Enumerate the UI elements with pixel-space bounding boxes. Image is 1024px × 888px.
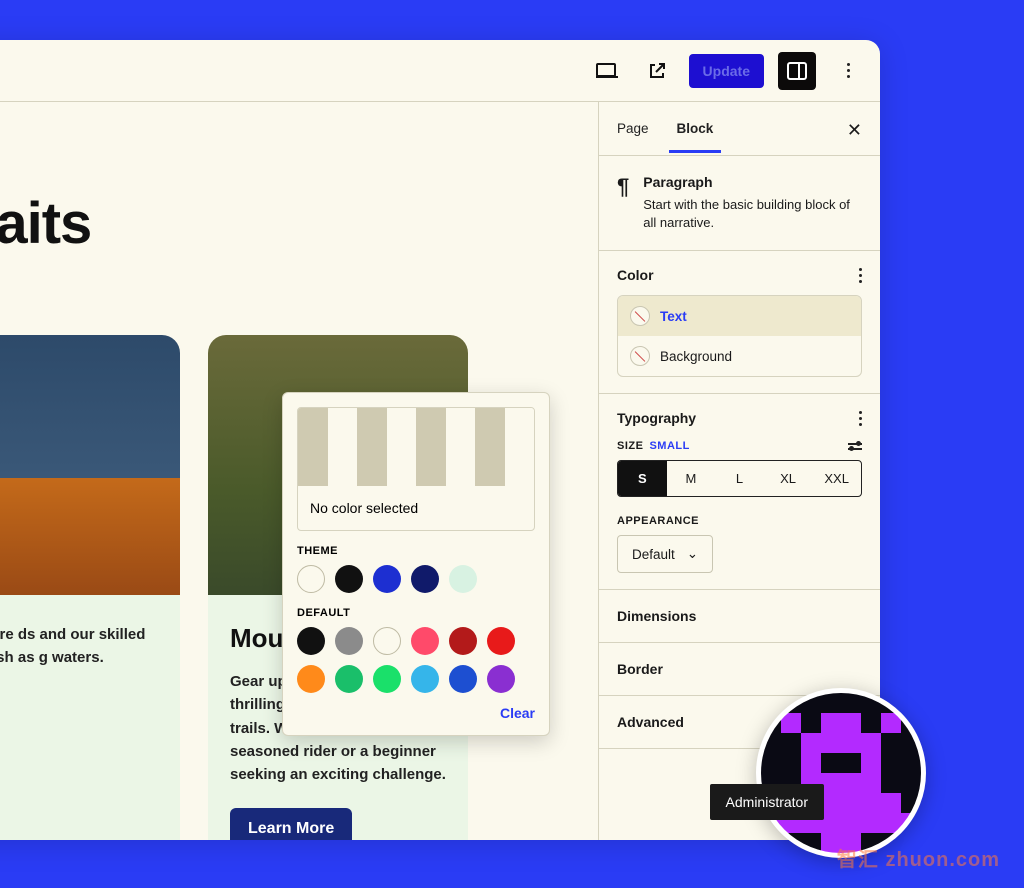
block-type-name: Paragraph: [643, 174, 862, 190]
size-current: SMALL: [649, 440, 689, 452]
card-body: adventure ds and our skilled mate rush a…: [0, 595, 180, 840]
no-color-label: No color selected: [298, 486, 534, 530]
color-swatch[interactable]: [487, 627, 515, 655]
background-color-row[interactable]: Background: [618, 336, 861, 376]
size-option-s[interactable]: S: [618, 461, 667, 496]
size-option-xxl[interactable]: XXL: [812, 461, 861, 496]
sliders-icon[interactable]: [848, 443, 862, 450]
swatch-icon: [630, 306, 650, 326]
appearance-select[interactable]: Default ⌄: [617, 535, 713, 573]
external-link-icon[interactable]: [639, 53, 675, 89]
page-headline[interactable]: awaits: [0, 190, 578, 257]
appearance-value: Default: [632, 547, 675, 562]
color-swatch[interactable]: [449, 627, 477, 655]
appearance-label: APPEARANCE: [617, 515, 862, 527]
text-color-row[interactable]: Text: [618, 296, 861, 336]
card-description[interactable]: adventure ds and our skilled mate rush a…: [0, 623, 158, 670]
panel-toggle-button[interactable]: [778, 52, 816, 90]
update-button[interactable]: Update: [689, 54, 764, 88]
color-swatch[interactable]: [335, 565, 363, 593]
default-swatch-row: [297, 665, 535, 693]
avatar-tooltip: Administrator: [710, 784, 824, 820]
typography-panel: Typography SIZE SMALL SMLXLXXL APPEARANC…: [599, 394, 880, 590]
text-color-label: Text: [660, 309, 687, 324]
color-swatch[interactable]: [487, 665, 515, 693]
theme-label: THEME: [297, 545, 535, 557]
more-options-icon[interactable]: [859, 268, 862, 283]
color-row-group: Text Background: [617, 295, 862, 377]
color-swatch[interactable]: [373, 565, 401, 593]
color-swatch[interactable]: [373, 627, 401, 655]
card-rafting[interactable]: adventure ds and our skilled mate rush a…: [0, 335, 180, 840]
editor-window: Update awaits adventure ds and our skill…: [0, 40, 880, 840]
color-panel: Color Text Background: [599, 251, 880, 394]
checker-pattern: [298, 408, 534, 486]
default-label: DEFAULT: [297, 607, 535, 619]
color-preview: No color selected: [297, 407, 535, 531]
size-option-xl[interactable]: XL: [764, 461, 813, 496]
color-swatch[interactable]: [411, 627, 439, 655]
avatar[interactable]: [756, 688, 926, 858]
block-meta: ¶ Paragraph Start with the basic buildin…: [599, 156, 880, 251]
color-swatch[interactable]: [335, 665, 363, 693]
sidebar-tabs: Page Block ✕: [599, 102, 880, 156]
color-swatch[interactable]: [411, 565, 439, 593]
paragraph-icon: ¶: [617, 174, 629, 232]
typography-panel-title: Typography: [617, 410, 862, 426]
color-swatch[interactable]: [297, 665, 325, 693]
more-options-icon[interactable]: [859, 411, 862, 426]
tab-page[interactable]: Page: [617, 121, 649, 136]
size-heading: SIZE SMALL: [617, 440, 862, 452]
block-type-desc: Start with the basic building block of a…: [643, 196, 862, 232]
pixel-art-icon: [761, 693, 921, 853]
card-image: [0, 335, 180, 595]
size-option-l[interactable]: L: [715, 461, 764, 496]
theme-swatch-row: [297, 565, 535, 593]
top-toolbar: Update: [0, 40, 880, 102]
editor-body: awaits adventure ds and our skilled mate…: [0, 102, 880, 840]
color-swatch[interactable]: [297, 565, 325, 593]
size-option-m[interactable]: M: [667, 461, 716, 496]
clear-color-button[interactable]: Clear: [297, 705, 535, 721]
color-swatch[interactable]: [449, 565, 477, 593]
color-swatch[interactable]: [335, 627, 363, 655]
color-panel-title: Color: [617, 267, 862, 283]
color-popover: No color selected THEME DEFAULT Clear: [282, 392, 550, 736]
panel-label: Typography: [617, 410, 696, 426]
tab-block[interactable]: Block: [677, 121, 714, 136]
swatch-icon: [630, 346, 650, 366]
device-preview-icon[interactable]: [589, 53, 625, 89]
close-icon[interactable]: ✕: [847, 120, 862, 141]
background-color-label: Background: [660, 349, 732, 364]
color-swatch[interactable]: [373, 665, 401, 693]
panel-label: Color: [617, 267, 654, 283]
editor-canvas[interactable]: awaits adventure ds and our skilled mate…: [0, 102, 598, 840]
learn-more-button[interactable]: Learn More: [230, 808, 352, 840]
dimensions-panel[interactable]: Dimensions: [599, 590, 880, 643]
size-label: SIZE: [617, 440, 643, 452]
chevron-down-icon: ⌄: [687, 546, 698, 562]
color-swatch[interactable]: [411, 665, 439, 693]
color-swatch[interactable]: [449, 665, 477, 693]
color-swatch[interactable]: [297, 627, 325, 655]
size-options: SMLXLXXL: [617, 460, 862, 497]
more-options-icon[interactable]: [830, 53, 866, 89]
default-swatch-row: [297, 627, 535, 655]
watermark: 智汇 zhuon.com: [837, 843, 1000, 872]
